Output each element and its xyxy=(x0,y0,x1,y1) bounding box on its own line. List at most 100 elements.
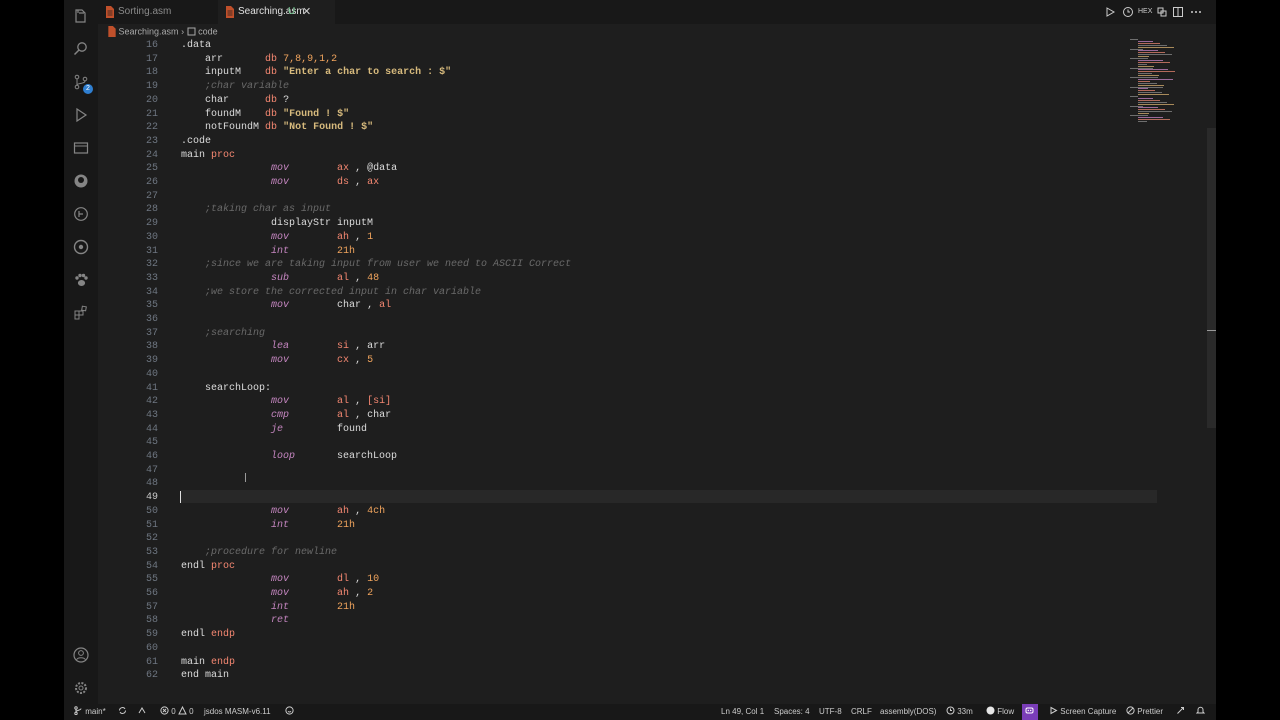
code-line: mov ds , ax xyxy=(271,177,380,188)
line-number: 31 xyxy=(145,245,158,257)
prettier-item[interactable]: Prettier xyxy=(1126,704,1163,720)
flow-item[interactable]: Flow xyxy=(986,704,1014,720)
minimap-line xyxy=(1138,61,1170,63)
extensions-icon[interactable] xyxy=(73,305,89,321)
minimap-line xyxy=(1130,67,1153,69)
code-line: mov dl , 10 xyxy=(271,574,380,586)
settings-sync-icon[interactable] xyxy=(1176,704,1185,720)
minimap-line xyxy=(1130,39,1138,40)
search-icon[interactable] xyxy=(73,41,89,57)
hex-editor-icon[interactable]: HEX xyxy=(1138,6,1152,18)
line-number: 30 xyxy=(145,231,158,243)
tab-bar: Sorting.asm Searching.asm U ✕ HEX xyxy=(98,0,1216,24)
cursor-position[interactable]: Ln 49, Col 1 xyxy=(721,704,764,720)
history-icon[interactable] xyxy=(1122,6,1134,18)
code-line: displayStr inputM xyxy=(271,218,374,230)
gitlens-icon[interactable] xyxy=(73,239,89,255)
minimap-line xyxy=(1138,113,1149,115)
time-tracker-item[interactable]: 33m xyxy=(946,704,973,720)
code-line: mov ax , @data xyxy=(271,163,398,175)
branch-name: main* xyxy=(85,707,106,716)
line-number: 23 xyxy=(145,135,158,147)
notifications-icon[interactable] xyxy=(1195,704,1206,720)
git-branch-icon xyxy=(74,706,82,716)
line-number: 57 xyxy=(145,601,158,613)
problems-item[interactable]: 0 0 xyxy=(160,704,194,720)
tab-searching-asm[interactable]: Searching.asm U ✕ xyxy=(218,0,335,24)
line-number: 40 xyxy=(145,368,158,380)
sync-icon[interactable] xyxy=(118,704,127,720)
line-number: 16 xyxy=(145,40,158,51)
branch-item[interactable]: main* xyxy=(74,704,106,720)
breadcrumb-symbol[interactable]: code xyxy=(198,27,218,37)
run-icon[interactable] xyxy=(1104,6,1116,18)
minimap-line xyxy=(1138,111,1172,113)
code-line: mov ah , 4ch xyxy=(271,505,386,517)
breadcrumb-file[interactable]: Searching.asm xyxy=(119,27,179,37)
timeline-icon[interactable] xyxy=(73,206,89,222)
line-number: 34 xyxy=(145,286,158,298)
code-line: char db ? xyxy=(205,94,290,106)
screen-capture-item[interactable]: Screen Capture xyxy=(1049,704,1116,720)
code-line: int 21h xyxy=(271,245,356,257)
line-number: 53 xyxy=(145,546,158,558)
minimap-line xyxy=(1138,78,1173,80)
line-number: 36 xyxy=(145,314,158,325)
feedback-icon[interactable] xyxy=(285,704,294,720)
line-number: 62 xyxy=(145,670,158,682)
remote-explorer-icon[interactable] xyxy=(73,140,89,156)
minimap-line xyxy=(1138,84,1164,86)
line-number: 59 xyxy=(145,629,158,641)
line-number: 33 xyxy=(145,272,158,284)
minimap-line xyxy=(1138,99,1160,101)
activity-bar: 2 xyxy=(64,0,98,704)
minimap-line xyxy=(1138,59,1163,61)
minimap[interactable] xyxy=(1130,39,1210,123)
encoding[interactable]: UTF-8 xyxy=(819,704,842,720)
code-line: lea si , arr xyxy=(271,341,386,353)
code-line: main endp xyxy=(181,656,236,668)
live-share-icon[interactable] xyxy=(138,704,147,720)
minimap-line xyxy=(1138,40,1153,42)
close-icon[interactable]: ✕ xyxy=(302,0,311,24)
line-number: 51 xyxy=(145,519,158,531)
split-editor-icon[interactable] xyxy=(1172,6,1184,18)
minimap-line xyxy=(1138,97,1153,99)
code-editor[interactable]: 16 .data 17 arr db 7,8,9,1,2 18 inputM db "… xyxy=(98,39,1216,704)
breadcrumb: Searching.asm › code xyxy=(108,26,218,38)
code-line: ;char variable xyxy=(181,81,290,93)
environment-item[interactable]: jsdos MASM-v6.11 xyxy=(204,704,271,720)
scrollbar-thumb[interactable] xyxy=(1207,128,1216,428)
language-mode[interactable]: assembly(DOS) xyxy=(880,704,936,720)
account-icon[interactable] xyxy=(73,647,89,663)
time-value: 33m xyxy=(957,707,973,716)
line-number: 50 xyxy=(145,505,158,517)
status-bar: main* 0 0 jsdos MASM-v6.11 Ln 49, Col 1 … xyxy=(64,704,1216,720)
code-line: .data xyxy=(181,40,212,51)
error-count: 0 xyxy=(171,707,176,716)
github-icon[interactable] xyxy=(73,173,89,189)
copilot-icon[interactable] xyxy=(1022,704,1038,720)
mouse-ibeam xyxy=(245,473,246,482)
code-line: mov char , al xyxy=(271,300,392,312)
explorer-icon[interactable] xyxy=(73,9,89,25)
minimap-line xyxy=(1130,105,1143,107)
line-ending[interactable]: CRLF xyxy=(851,704,872,720)
code-line: sub al , 48 xyxy=(271,272,380,284)
minimap-line xyxy=(1138,109,1165,111)
settings-gear-icon[interactable] xyxy=(73,680,89,696)
more-actions-icon[interactable] xyxy=(1190,6,1202,18)
run-debug-icon[interactable] xyxy=(73,107,89,123)
indentation[interactable]: Spaces: 4 xyxy=(774,704,810,720)
minimap-line xyxy=(1130,86,1163,88)
vscode-window: 2 Sorting.asm Searching.asm U ✕ HEX Sear… xyxy=(64,0,1216,720)
line-number: 49 xyxy=(145,492,158,504)
prettier-label: Prettier xyxy=(1137,707,1164,716)
compare-changes-icon[interactable] xyxy=(1156,6,1168,18)
line-number: 32 xyxy=(145,259,158,271)
minimap-line xyxy=(1130,58,1148,59)
extensions-pets-icon[interactable] xyxy=(73,272,89,288)
line-number: 27 xyxy=(145,190,158,202)
minimap-line xyxy=(1138,94,1169,96)
tab-sorting-asm[interactable]: Sorting.asm xyxy=(98,0,218,24)
